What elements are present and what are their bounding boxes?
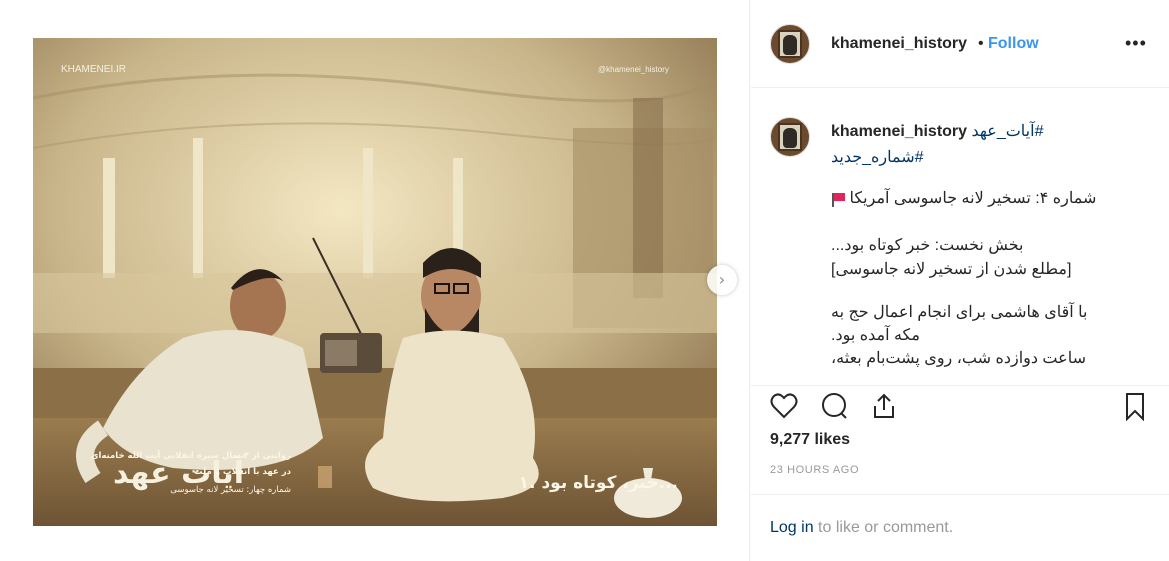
comment-icon[interactable] (819, 391, 849, 421)
hashtag-link[interactable]: #شماره_جدید (831, 149, 924, 166)
share-icon[interactable] (869, 391, 899, 421)
follow-button[interactable]: Follow (988, 35, 1039, 53)
post-timestamp[interactable]: 23 HOURS AGO (770, 464, 859, 476)
login-suffix: to like or comment. (813, 519, 954, 536)
separator-dot: • (978, 35, 984, 52)
image-logo-text: KHAMENEI.IR (61, 64, 126, 75)
hashtag-link[interactable]: #آیات_عهد (972, 123, 1044, 140)
action-bar (751, 385, 1169, 425)
header-username[interactable]: khamenei_history (831, 35, 967, 53)
likes-count[interactable]: 9,277 likes (770, 431, 850, 449)
caption-line: با آقای هاشمی برای انجام اعمال حج به (831, 304, 1088, 321)
post-illustration: KHAMENEI.IR @khamenei_history آیات عهد ر… (33, 38, 717, 526)
login-link[interactable]: Log in (770, 519, 814, 536)
avatar-portrait (783, 35, 797, 55)
image-subtitle-1: روایتی از ۴ سال سیره انقلابی آیت الله خا… (91, 449, 291, 461)
flag-icon (831, 192, 845, 207)
post-image[interactable]: KHAMENEI.IR @khamenei_history آیات عهد ر… (33, 38, 717, 526)
avatar[interactable] (770, 24, 810, 64)
caption-avatar[interactable] (770, 117, 810, 157)
post-header: khamenei_history • Follow ••• (751, 0, 1169, 88)
image-chapter-text: ۱. خبر، کوتاه بود... (519, 473, 678, 493)
media-pane: KHAMENEI.IR @khamenei_history آیات عهد ر… (0, 0, 750, 561)
caption-line-text: شماره ۴: تسخیر لانه جاسوسی آمریکا (849, 190, 1097, 207)
avatar-portrait (783, 128, 797, 148)
caption: khamenei_history #آیات_عهد #شماره_جدید ش… (751, 100, 1169, 375)
heart-icon[interactable] (769, 391, 799, 421)
chevron-right-icon: › (718, 270, 726, 289)
instagram-post: KHAMENEI.IR @khamenei_history آیات عهد ر… (0, 0, 1169, 561)
caption-line: بخش نخست: خبر کوتاه بود... (831, 237, 1024, 254)
image-subtitle-2: در عهد با انقلاب و ملت (194, 467, 292, 477)
caption-head: khamenei_history #آیات_عهد #شماره_جدید (831, 119, 1141, 171)
image-subtitle-3: شماره چهار: تسخیر لانه جاسوسی (170, 485, 291, 495)
bookmark-icon[interactable] (1120, 391, 1150, 422)
caption-line: مکه آمده بود. (831, 327, 920, 344)
caption-line: ساعت دوازده شب، روی پشت‌بام بعثه، (831, 350, 1086, 367)
next-image-button[interactable]: › (707, 265, 737, 295)
more-options-icon[interactable]: ••• (1125, 33, 1147, 54)
caption-line: [مطلع شدن از تسخیر لانه جاسوسی] (831, 261, 1072, 278)
side-pane: khamenei_history • Follow ••• khamenei_h… (751, 0, 1169, 561)
image-handle-text: @khamenei_history (598, 65, 669, 74)
caption-username[interactable]: khamenei_history (831, 123, 967, 140)
login-prompt: Log in to like or comment. (770, 519, 953, 537)
comment-bar: Log in to like or comment. (751, 494, 1169, 561)
caption-line: شماره ۴: تسخیر لانه جاسوسی آمریکا (831, 188, 1096, 208)
